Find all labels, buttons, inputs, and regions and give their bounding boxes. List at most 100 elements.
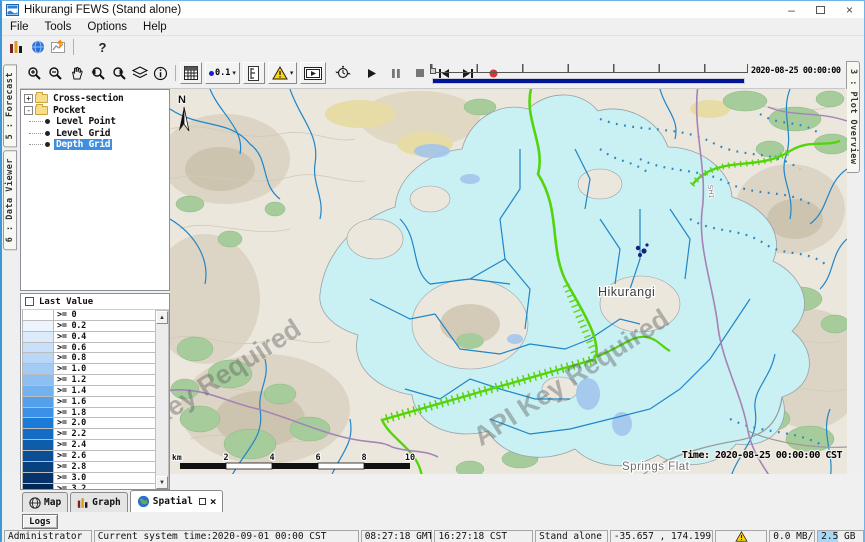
status-memory: 2.5 GB xyxy=(817,530,864,542)
legend-color-swatch xyxy=(23,429,54,439)
close-button[interactable]: × xyxy=(835,1,864,18)
time-slider-track[interactable] xyxy=(430,64,748,73)
tab-data-viewer[interactable]: 6 : Data Viewer xyxy=(3,150,17,250)
tree-guide-line xyxy=(29,144,43,145)
map-canvas: API Key Required API Key Required Hikura… xyxy=(170,89,847,474)
close-icon: × xyxy=(846,3,853,17)
tab-spatial[interactable]: Spatial × xyxy=(130,490,224,512)
scale-tick-label: 4 xyxy=(269,453,274,463)
scale-tick-label: 6 xyxy=(315,453,320,463)
tab-close-icon[interactable]: × xyxy=(210,497,217,507)
timeseries-chart-icon xyxy=(51,40,67,54)
legend-label: >= 0.8 xyxy=(54,353,86,363)
map-display-button[interactable] xyxy=(27,37,48,57)
spatial-map[interactable]: API Key Required API Key Required Hikura… xyxy=(170,89,847,474)
class-break-dropdown[interactable]: 0.1 ▾ xyxy=(205,62,240,84)
maximize-icon xyxy=(816,6,825,14)
pause-icon xyxy=(391,68,401,79)
tab-graph[interactable]: Graph xyxy=(70,492,128,512)
thresholds-dropdown[interactable]: ▾ xyxy=(268,62,298,84)
zoom-in-button[interactable] xyxy=(24,63,45,83)
legend-row: >= 1.4 xyxy=(23,386,155,397)
expand-icon[interactable]: + xyxy=(24,94,33,103)
logs-button[interactable]: Logs xyxy=(22,514,58,529)
legend-scrollbar[interactable]: ▲ ▼ xyxy=(155,310,169,490)
legend-color-swatch xyxy=(23,343,54,353)
timeseries-button[interactable] xyxy=(48,37,69,57)
scroll-up-button[interactable]: ▲ xyxy=(156,311,168,324)
status-bar: Administrator Current system time:2020-0… xyxy=(2,529,864,542)
legend-color-swatch xyxy=(23,386,54,396)
pause-button[interactable] xyxy=(385,63,406,83)
explorer-button[interactable] xyxy=(6,37,27,57)
warning-icon xyxy=(735,531,748,542)
zoom-out-icon xyxy=(48,66,63,81)
tree-item-level-grid[interactable]: Level Grid xyxy=(21,128,169,140)
tree-item-level-point[interactable]: Level Point xyxy=(21,116,169,128)
legend-row: >= 1.6 xyxy=(23,397,155,408)
collapse-icon[interactable]: - xyxy=(24,106,33,115)
minimize-button[interactable]: – xyxy=(777,1,806,18)
zoom-out-button[interactable] xyxy=(45,63,66,83)
left-tab-strip: 5 : Forecast 6 : Data Viewer xyxy=(2,58,20,474)
last-value-checkbox[interactable] xyxy=(25,297,34,306)
zoom-next-button[interactable] xyxy=(108,63,129,83)
tab-map[interactable]: Map xyxy=(22,492,68,512)
app-logo-icon xyxy=(6,4,19,16)
profile-button[interactable] xyxy=(243,62,265,84)
legend-row: >= 0.8 xyxy=(23,353,155,364)
tab-plot-overview[interactable]: 3 : Plot Overview xyxy=(846,61,860,173)
legend-label: >= 0.6 xyxy=(54,343,86,353)
animation-settings-button[interactable] xyxy=(332,63,353,83)
chevron-down-icon: ▾ xyxy=(290,69,294,77)
maximize-button[interactable] xyxy=(806,1,835,18)
tree-item-label: Level Point xyxy=(54,116,118,127)
legend-label: >= 0.2 xyxy=(54,321,86,331)
legend-row: >= 0.4 xyxy=(23,332,155,343)
toolbar-separator xyxy=(73,39,74,55)
time-slider[interactable] xyxy=(430,61,748,86)
filter-tree-panel: + Cross-section - Pocket Level Point Lev… xyxy=(20,89,170,291)
timeline-datetime: 2020-08-25 00:00:00 CST xyxy=(751,66,860,76)
legend-label: >= 1.0 xyxy=(54,364,86,374)
tab-label: Spatial xyxy=(153,496,193,507)
stop-icon xyxy=(415,68,425,78)
status-gmt-time: 08:27:18 GMT xyxy=(361,530,433,542)
status-system-time: Current system time:2020-09-01 00:00 CST xyxy=(94,530,359,542)
menu-item[interactable]: Tools xyxy=(37,19,80,35)
grid-display-button[interactable] xyxy=(180,62,202,84)
zoom-previous-button[interactable] xyxy=(87,63,108,83)
animation-button[interactable] xyxy=(300,62,326,84)
scale-tick-label: 10 xyxy=(405,453,415,463)
legend-color-swatch xyxy=(23,353,54,363)
tab-maximize-icon[interactable] xyxy=(199,498,206,505)
legend-label: >= 0.4 xyxy=(54,332,86,342)
legend-color-swatch xyxy=(23,364,54,374)
status-alerts[interactable] xyxy=(715,530,767,542)
tree-item-cross-section[interactable]: + Cross-section xyxy=(21,93,169,105)
time-slider-thumb[interactable] xyxy=(430,68,436,74)
info-button[interactable] xyxy=(150,63,171,83)
stop-button[interactable] xyxy=(409,63,430,83)
menu-item[interactable]: File xyxy=(2,19,37,35)
tree-item-depth-grid[interactable]: Depth Grid xyxy=(21,139,169,151)
menu-item[interactable]: Options xyxy=(79,19,135,35)
tab-label: Graph xyxy=(92,497,121,508)
legend-color-swatch xyxy=(23,375,54,385)
tree-item-pocket[interactable]: - Pocket xyxy=(21,105,169,117)
tab-forecast[interactable]: 5 : Forecast xyxy=(3,64,17,147)
play-button[interactable] xyxy=(361,63,382,83)
minimize-icon: – xyxy=(788,3,795,17)
legend-row: >= 1.8 xyxy=(23,408,155,419)
legend-row: >= 1.2 xyxy=(23,375,155,386)
legend-color-swatch xyxy=(23,332,54,342)
layers-button[interactable] xyxy=(129,63,150,83)
pan-button[interactable] xyxy=(66,63,87,83)
globe-icon xyxy=(31,40,45,54)
chevron-down-icon: ▾ xyxy=(232,69,236,77)
legend-row: >= 2.6 xyxy=(23,451,155,462)
help-button[interactable]: ? xyxy=(92,37,113,57)
menu-item[interactable]: Help xyxy=(135,19,175,35)
scroll-down-button[interactable]: ▼ xyxy=(156,476,168,489)
legend-label: >= 2.0 xyxy=(54,418,86,428)
